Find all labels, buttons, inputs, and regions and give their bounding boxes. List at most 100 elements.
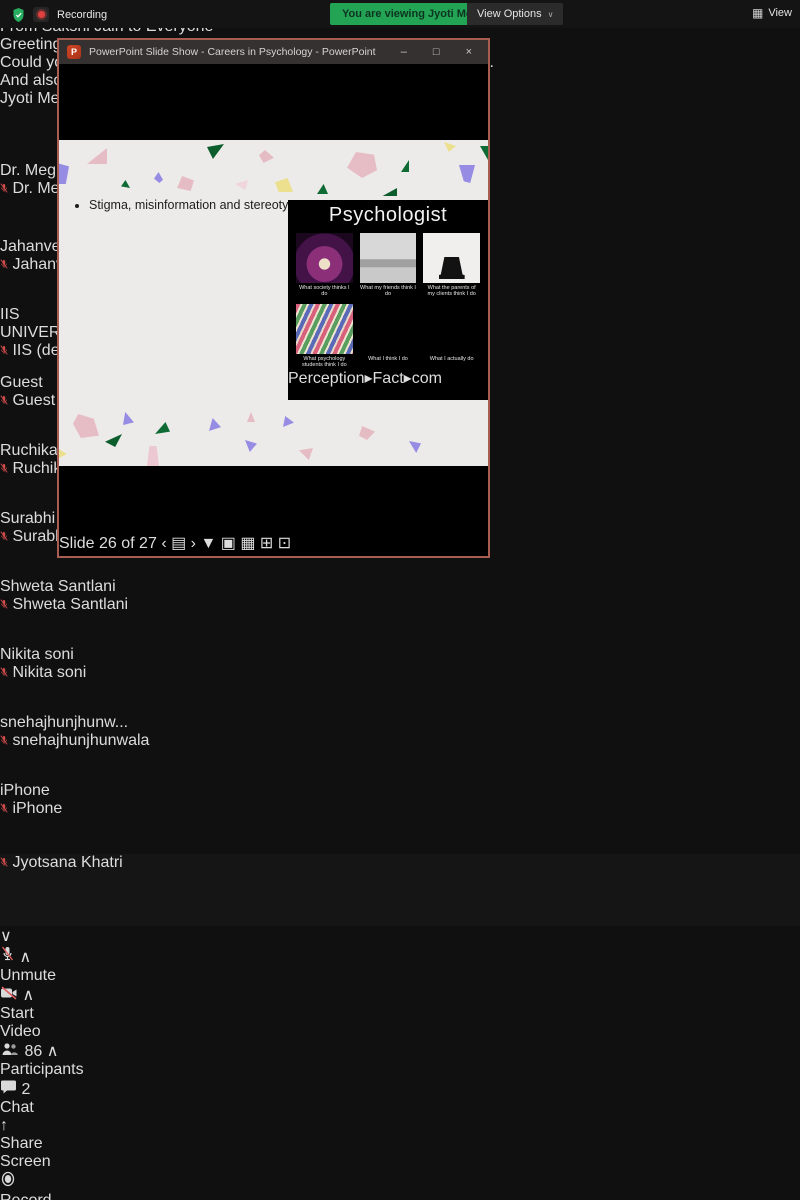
slideshow-area: Stigma, misinformation and stereotype Ps… [59,64,488,533]
muted-mic-icon [0,183,8,193]
chat-button[interactable]: 2 Chat [0,1079,40,1117]
zoom-meeting-screen: { "top_bar": { "recording_label": "Recor… [0,0,800,600]
slide-bullet-list: Stigma, misinformation and stereotype [67,198,302,212]
participant-label: Shweta Santlani [0,596,800,614]
participant-label: iPhone [0,800,800,818]
participant-name: iPhone [0,782,800,800]
meme-image-students [296,304,353,354]
participant-label: Jyotsana Khatri [0,854,800,872]
meeting-toolbar: ∧ Unmute ∧ Start Video 86 ∧ Participants… [0,946,800,1200]
share-screen-button[interactable]: ↑ Share Screen [0,1117,70,1171]
muted-mic-icon [0,395,8,405]
presenter-view-button[interactable]: ⊡ [278,535,291,552]
record-icon [0,1171,16,1187]
meme-cell: What I think I do [360,304,417,369]
meme-watermark: Perception▸Fact▸com [288,368,488,388]
view-options-button[interactable]: View Options ∨ [467,3,563,25]
participant-name: Shweta Santlani [0,578,800,596]
meme-panel: Psychologist What society thinks I do Wh… [288,200,488,400]
confetti-band-bottom [59,406,488,466]
meme-image-think [360,304,417,354]
participants-button[interactable]: 86 ∧ Participants [0,1041,72,1079]
view-label: View [768,7,792,19]
participant-label: snehajhunjhunwala [0,732,800,750]
window-title: PowerPoint Slide Show - Careers in Psych… [89,46,393,58]
window-titlebar: P PowerPoint Slide Show - Careers in Psy… [59,40,488,64]
people-icon [0,1042,20,1056]
laser-tool-button[interactable]: ▣ [221,535,236,552]
camera-off-icon [0,986,18,1000]
recording-label: Recording [57,9,107,21]
meme-caption: What I actually do [430,356,474,368]
slide: Stigma, misinformation and stereotype Ps… [59,140,488,466]
prev-slide-button[interactable]: ‹ [161,535,166,552]
muted-mic-icon [0,463,8,473]
muted-mic-icon [0,259,8,269]
maximize-button[interactable]: □ [433,46,440,58]
audio-options-caret[interactable]: ∧ [19,949,31,966]
participants-options-caret[interactable]: ∧ [47,1043,59,1060]
share-screen-icon: ↑ [0,1117,8,1134]
unmute-button[interactable]: ∧ Unmute [0,946,56,985]
powerpoint-window: P PowerPoint Slide Show - Careers in Psy… [57,38,490,558]
slideshow-menu-button[interactable]: ▼ [200,535,216,552]
view-options-label: View Options [477,8,542,20]
meme-image-parents [423,233,480,283]
arrow-icon: ▸ [365,370,373,387]
meme-caption: What society thinks I do [296,285,353,298]
confetti-band-top [59,140,488,196]
meme-title: Psychologist [288,204,488,227]
participant-tile-shweta-santlani[interactable]: Shweta Santlani Shweta Santlani [0,578,800,646]
meme-cell: What the parents of my clients think I d… [423,233,480,298]
pen-tool-button[interactable]: ▤ [171,535,186,552]
meeting-top-bar: Recording You are viewing Jyoti Mehta's … [0,0,800,28]
record-button[interactable]: Record [0,1171,52,1200]
muted-mic-icon [0,735,8,745]
meme-caption: What I think I do [368,356,408,368]
show-more-participants-button[interactable]: ∨ [0,926,800,946]
chat-bubble-icon [0,1079,17,1094]
meme-cell: What society thinks I do [296,233,353,298]
meme-image-friends [360,233,417,283]
participant-tile-iphone[interactable]: iPhone iPhone [0,782,800,854]
minimize-button[interactable]: – [401,46,407,58]
muted-mic-icon [0,599,8,609]
meme-image-actually [423,304,480,354]
muted-mic-icon [0,667,8,677]
magician-hat-icon [439,257,465,279]
arrow-icon: ▸ [404,370,412,387]
muted-mic-icon [0,531,8,541]
powerpoint-icon: P [67,45,81,59]
meme-caption: What my friends think I do [360,285,417,298]
chat-badge: 2 [21,1081,30,1098]
muted-mic-icon [0,345,8,355]
video-options-caret[interactable]: ∧ [22,987,34,1004]
chevron-down-icon: ∨ [0,928,12,945]
meme-caption: What psychology students think I do [296,356,353,369]
see-all-slides-button[interactable]: ▦ [240,535,255,552]
zoom-slide-button[interactable]: ⊞ [260,535,273,552]
chevron-down-icon: ∨ [548,10,554,19]
muted-mic-icon [0,857,8,867]
close-button[interactable]: × [466,46,472,58]
participant-tile-jyotsana-khatri[interactable]: Jyotsana Khatri [0,854,800,926]
participant-label: Nikita soni [0,664,800,682]
meme-image-society [296,233,353,283]
recording-dot-icon [33,7,49,22]
shield-icon [12,8,25,22]
participant-name: Nikita soni [0,646,800,664]
meme-cell: What I actually do [423,304,480,369]
meme-caption: What the parents of my clients think I d… [423,285,480,298]
powerpoint-statusbar: Slide 26 of 27 ‹ ▤ › ▼ ▣ ▦ ⊞ ⊡ [59,533,488,553]
mic-muted-icon [0,946,15,962]
participant-tile-snehajhunjhunwala[interactable]: snehajhunjhunw... snehajhunjhunwala [0,714,800,782]
meme-cell: What psychology students think I do [296,304,353,369]
participant-name: snehajhunjhunw... [0,714,800,732]
next-slide-button[interactable]: › [191,535,196,552]
bullet-text: Stigma, misinformation and stereotype [89,198,302,212]
grid-icon: ▦ [752,6,763,20]
view-button[interactable]: ▦ View [752,6,792,20]
participant-tile-nikita-soni[interactable]: Nikita soni Nikita soni [0,646,800,714]
recording-indicator: Recording [12,7,107,22]
start-video-button[interactable]: ∧ Start Video [0,985,70,1041]
